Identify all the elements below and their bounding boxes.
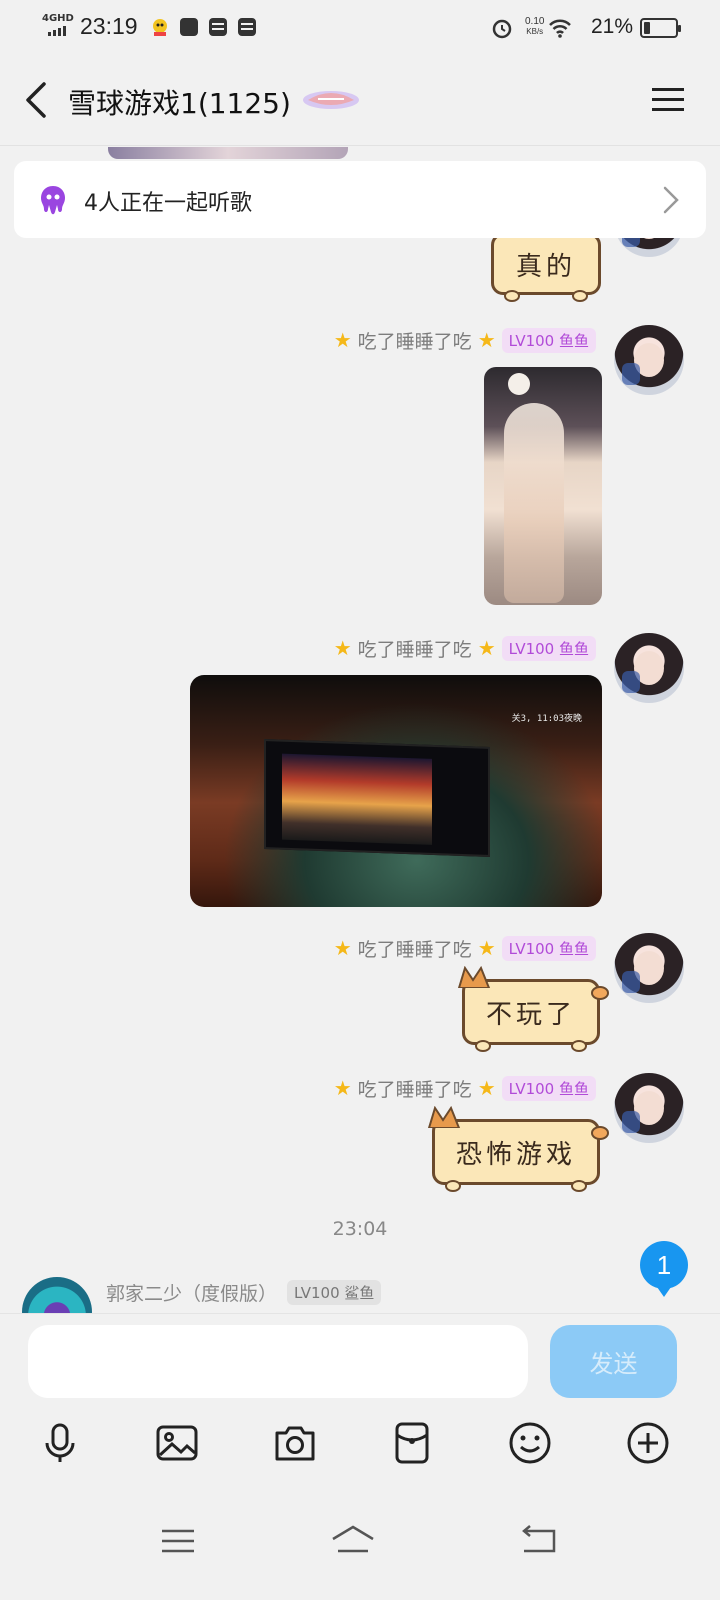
- photo-scene: [282, 753, 432, 845]
- star-icon: ★: [333, 636, 352, 660]
- microphone-icon[interactable]: [36, 1419, 84, 1467]
- group-badge-icon[interactable]: [300, 88, 362, 112]
- star-icon: ★: [333, 328, 352, 352]
- card-notification-icon: [238, 18, 256, 36]
- star-icon: ★: [477, 936, 496, 960]
- image-message[interactable]: 关3, 11:03夜晚: [190, 675, 602, 907]
- sender-avatar[interactable]: [614, 1073, 684, 1143]
- plus-icon[interactable]: [624, 1419, 672, 1467]
- sticker-message[interactable]: 不玩了: [457, 966, 609, 1052]
- octopus-music-icon: [41, 186, 65, 215]
- peer-name[interactable]: 郭家二少（度假版）: [106, 1279, 277, 1306]
- network-type: 4GHD: [42, 13, 74, 24]
- sticker-message[interactable]: 恐怖游戏: [427, 1106, 609, 1192]
- photo-osd-text: 关3, 11:03夜晚: [511, 714, 582, 724]
- star-icon: ★: [477, 636, 496, 660]
- sticker-foot: [475, 1040, 491, 1052]
- chevron-right-icon: [663, 186, 679, 214]
- mascot-notification-icon: [153, 19, 167, 36]
- unread-count-badge[interactable]: 1: [640, 1241, 688, 1297]
- level-badge: LV100 鱼鱼: [501, 327, 596, 353]
- sender-name[interactable]: 吃了睡睡了吃: [358, 935, 472, 962]
- star-icon: ★: [477, 328, 496, 352]
- message-timestamp: 23:04: [332, 1218, 388, 1240]
- card-notification-icon: [209, 18, 227, 36]
- sender-line: ★ 吃了睡睡了吃 ★ LV100 鱼鱼: [334, 327, 596, 353]
- listen-together-banner[interactable]: 4人正在一起听歌: [14, 161, 706, 238]
- send-button[interactable]: 发送: [550, 1325, 677, 1398]
- app-notification-icon: [180, 18, 198, 36]
- sticker-foot: [504, 290, 520, 302]
- chat-title: 雪球游戏1(1125): [68, 87, 291, 120]
- menu-icon[interactable]: [650, 84, 686, 116]
- image-icon[interactable]: [153, 1419, 201, 1467]
- star-icon: ★: [333, 1076, 352, 1100]
- sender-name[interactable]: 吃了睡睡了吃: [358, 1075, 472, 1102]
- sticker-foot: [445, 1180, 461, 1192]
- sender-avatar[interactable]: [614, 325, 684, 395]
- photo-screen: [264, 739, 490, 857]
- star-icon: ★: [333, 936, 352, 960]
- emoji-icon[interactable]: [506, 1419, 554, 1467]
- message-list[interactable]: 4人正在一起听歌 真的 ★ 吃了睡睡了吃 ★ LV100 鱼鱼 ★ 吃了睡睡了吃…: [0, 147, 720, 1339]
- battery-percent: 21%: [591, 15, 634, 38]
- clock: 23:19: [80, 13, 138, 39]
- level-badge: LV100 鱼鱼: [501, 1075, 596, 1101]
- peer-level-badge: LV100 鲨鱼: [287, 1280, 382, 1305]
- wifi-icon: [549, 19, 571, 38]
- photo-light: [508, 373, 530, 395]
- partial-image-message[interactable]: [108, 147, 348, 159]
- speed-value: 0.10: [525, 16, 545, 27]
- home-icon[interactable]: [330, 1521, 376, 1561]
- sender-avatar[interactable]: [614, 933, 684, 1003]
- sender-avatar[interactable]: [614, 633, 684, 703]
- camera-icon[interactable]: [271, 1419, 319, 1467]
- sticker-foot: [572, 290, 588, 302]
- sender-name[interactable]: 吃了睡睡了吃: [358, 327, 472, 354]
- back-button[interactable]: [18, 78, 58, 122]
- composer: 发送: [0, 1313, 720, 1411]
- recent-apps-icon[interactable]: [158, 1521, 198, 1561]
- battery-icon: [640, 18, 681, 38]
- signal-icon: [48, 26, 66, 36]
- cat-tail: [591, 1126, 609, 1140]
- back-nav-icon[interactable]: [518, 1521, 558, 1561]
- sender-line: ★ 吃了睡睡了吃 ★ LV100 鱼鱼: [334, 635, 596, 661]
- photo-figure: [504, 403, 564, 603]
- sticker-text: 真的: [515, 251, 576, 282]
- sender-line: ★ 吃了睡睡了吃 ★ LV100 鱼鱼: [334, 1075, 596, 1101]
- sticker-message[interactable]: 真的: [491, 233, 601, 302]
- star-icon: ★: [477, 1076, 496, 1100]
- system-navigation-bar: [0, 1485, 720, 1600]
- message-input[interactable]: [28, 1325, 528, 1398]
- cat-ear-icon: [427, 1106, 461, 1128]
- sticker-text: 不玩了: [485, 999, 576, 1030]
- network-speed: 0.10 KB/s: [525, 17, 544, 37]
- sticker-foot: [571, 1040, 587, 1052]
- sender-name[interactable]: 吃了睡睡了吃: [358, 635, 472, 662]
- cat-tail: [591, 986, 609, 1000]
- listen-together-text: 4人正在一起听歌: [84, 191, 252, 216]
- speed-unit: KB/s: [526, 27, 544, 36]
- sticker-foot: [571, 1180, 587, 1192]
- cat-ear-icon: [457, 966, 491, 988]
- image-message[interactable]: [484, 367, 602, 605]
- alarm-icon: [492, 19, 512, 39]
- status-bar: 4GHD 23:19 0.10 KB/s 21%: [0, 0, 720, 56]
- level-badge: LV100 鱼鱼: [501, 635, 596, 661]
- level-badge: LV100 鱼鱼: [501, 935, 596, 961]
- peer-sender-line: 郭家二少（度假版） LV100 鲨鱼: [106, 1279, 382, 1306]
- header: 雪球游戏1(1125): [0, 56, 720, 146]
- red-packet-icon[interactable]: [388, 1419, 436, 1467]
- composer-toolbar: [0, 1411, 720, 1485]
- sticker-text: 恐怖游戏: [455, 1139, 576, 1170]
- sender-line: ★ 吃了睡睡了吃 ★ LV100 鱼鱼: [334, 935, 596, 961]
